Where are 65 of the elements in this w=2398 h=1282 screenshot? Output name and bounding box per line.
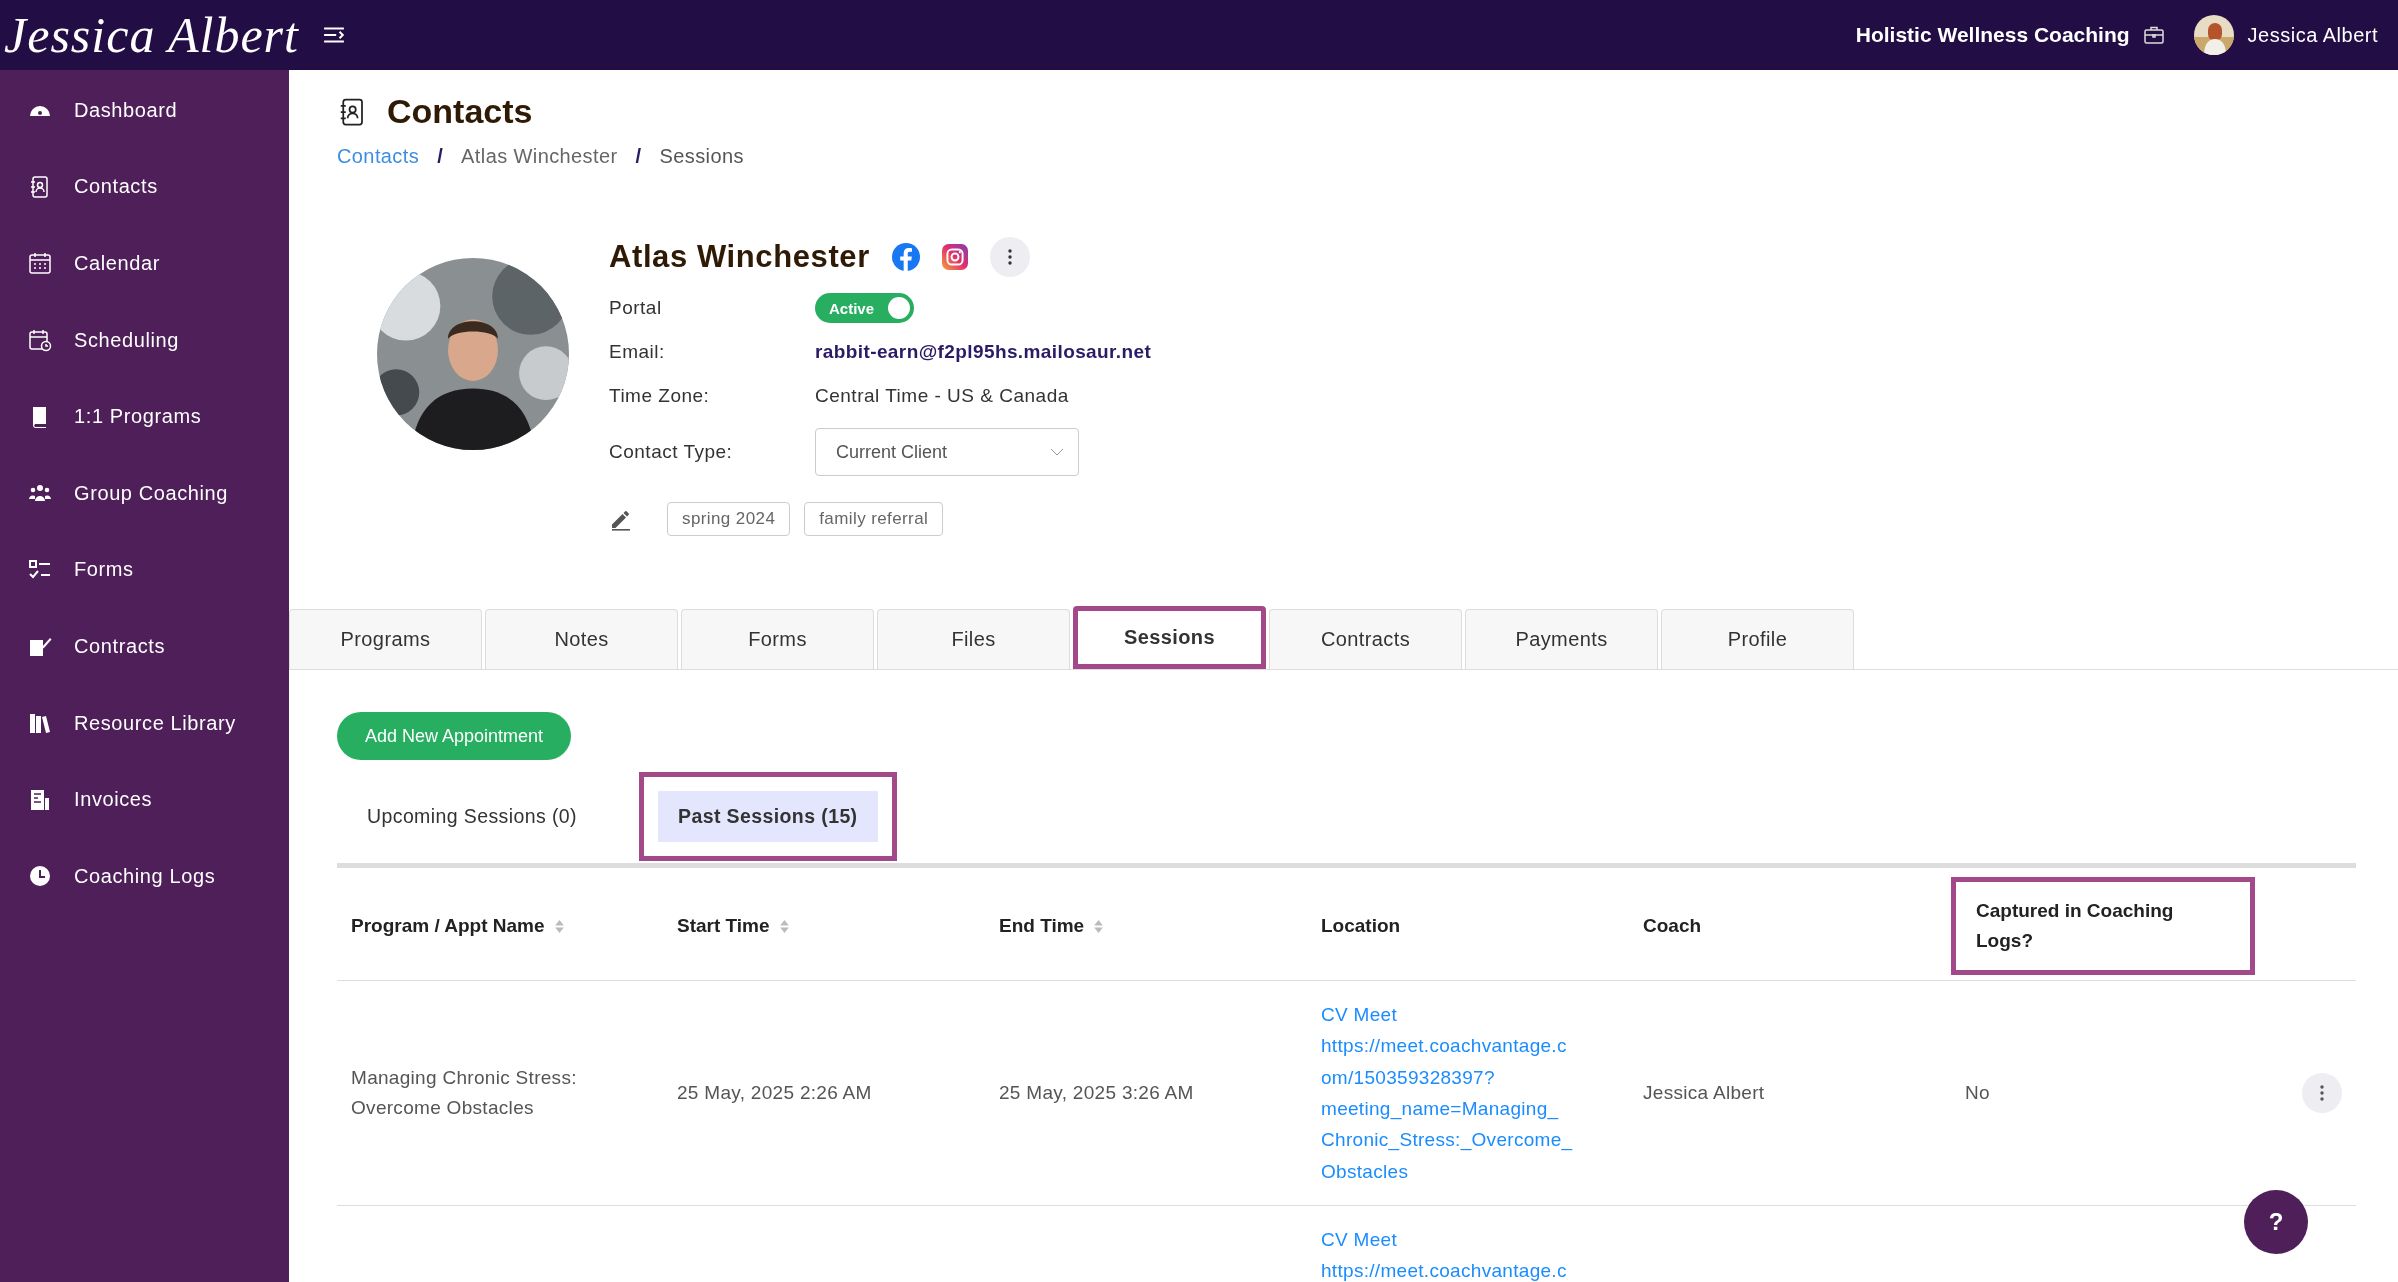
- table-cell: Managing Chronic Stress: Overcome Obstacles: [351, 1066, 577, 1119]
- contact-type-dropdown[interactable]: Current Client: [815, 428, 1079, 476]
- column-header: Coach: [1643, 915, 1702, 937]
- breadcrumb-separator: /: [635, 145, 642, 168]
- sidebar-item[interactable]: Forms: [0, 531, 289, 609]
- table-cell: 25 May, 2025 3:26 AM: [999, 1081, 1194, 1103]
- sidebar-item[interactable]: Scheduling: [0, 301, 289, 379]
- session-tab[interactable]: Past Sessions (15): [639, 772, 897, 861]
- business-name[interactable]: Holistic Wellness Coaching: [1855, 23, 2130, 47]
- tag: family referral: [804, 502, 944, 536]
- menu-icon[interactable]: [322, 26, 345, 44]
- table-cell: Jessica Albert: [1643, 1081, 1765, 1103]
- clock-icon: [28, 864, 52, 889]
- more-icon: [2320, 1085, 2324, 1102]
- instagram-icon[interactable]: [941, 244, 968, 270]
- more-options-button[interactable]: [989, 237, 1030, 277]
- page-title: Contacts: [387, 92, 533, 131]
- facebook-icon[interactable]: [891, 243, 920, 271]
- sidebar-item[interactable]: Contracts: [0, 608, 289, 685]
- tab[interactable]: Programs: [289, 609, 482, 669]
- sidebar-item[interactable]: Group Coaching: [0, 454, 289, 532]
- books-icon: [28, 711, 52, 736]
- column-header: Location: [1321, 915, 1401, 937]
- row-options-button[interactable]: [2302, 1073, 2342, 1114]
- column-header: End Time: [999, 915, 1104, 937]
- email-link[interactable]: rabbit-earn@f2pl95hs.mailosaur.net: [815, 341, 1152, 363]
- help-button[interactable]: ?: [2244, 1190, 2308, 1254]
- column-header: Captured in Coaching Logs?: [1951, 876, 2255, 976]
- tab[interactable]: Profile: [1661, 609, 1854, 669]
- field-label: Email:: [609, 341, 666, 363]
- table-cell: No: [1965, 1081, 1990, 1103]
- tab[interactable]: Contracts: [1269, 609, 1462, 669]
- tab[interactable]: Sessions: [1073, 606, 1266, 669]
- tab[interactable]: Files: [877, 609, 1070, 669]
- tab[interactable]: Forms: [681, 609, 874, 669]
- tab[interactable]: Payments: [1465, 609, 1658, 669]
- invoice-icon: [28, 787, 52, 812]
- sidebar-item[interactable]: 1:1 Programs: [0, 378, 289, 455]
- sidebar-item[interactable]: Dashboard: [0, 72, 289, 149]
- breadcrumb-item: Sessions: [659, 145, 744, 168]
- field-label: Time Zone:: [609, 385, 711, 407]
- sidebar-item[interactable]: Contacts: [0, 148, 289, 226]
- breadcrumb-item: Atlas Winchester: [461, 145, 618, 168]
- chevron-down-icon: [1050, 448, 1064, 456]
- session-tab[interactable]: Upcoming Sessions (0): [349, 795, 595, 838]
- column-header: Program / Appt Name: [351, 915, 564, 937]
- column-header: Start Time: [677, 915, 789, 937]
- field-label: Contact Type:: [609, 441, 734, 463]
- tag: spring 2024: [667, 502, 791, 536]
- sidebar-item[interactable]: Resource Library: [0, 684, 289, 762]
- calendar-icon: [28, 251, 52, 276]
- field-value: Central Time - US & Canada: [815, 385, 1069, 407]
- field-label: Portal: [609, 297, 663, 319]
- user-name[interactable]: Jessica Albert: [2247, 23, 2378, 47]
- contact-name: Atlas Winchester: [609, 239, 870, 275]
- sidebar-item[interactable]: Invoices: [0, 761, 289, 838]
- more-icon: [1007, 249, 1012, 265]
- sidebar-item[interactable]: Calendar: [0, 225, 289, 302]
- calendar-clock-icon: [28, 328, 52, 353]
- tab[interactable]: Notes: [485, 609, 678, 669]
- breadcrumb-separator: /: [437, 145, 444, 168]
- sidebar-item[interactable]: Coaching Logs: [0, 837, 289, 915]
- briefcase-icon[interactable]: [2143, 26, 2164, 44]
- logo[interactable]: Jessica Albert: [0, 6, 299, 64]
- table-cell: 25 May, 2025 2:26 AM: [677, 1081, 872, 1103]
